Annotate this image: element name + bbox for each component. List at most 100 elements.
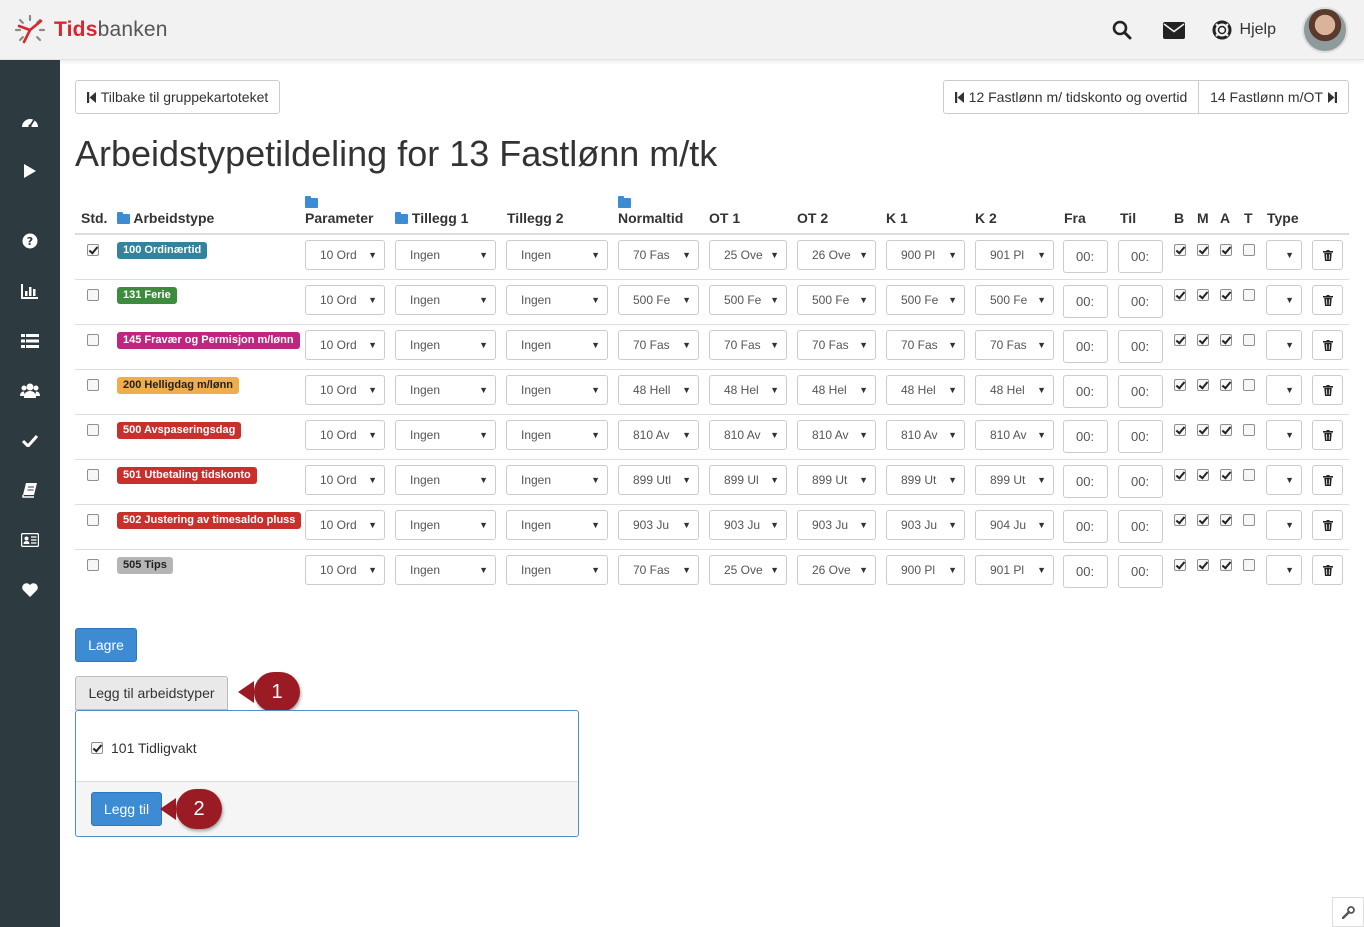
t-checkbox[interactable]: [1243, 379, 1255, 391]
delete-row-button[interactable]: [1312, 240, 1343, 270]
ot2-select[interactable]: 70 Fas ▼: [797, 330, 876, 360]
normaltid-select[interactable]: 48 Hell ▼: [618, 375, 699, 405]
b-checkbox[interactable]: [1174, 334, 1186, 346]
normaltid-select[interactable]: 810 Av ▼: [618, 420, 699, 450]
next-group-button[interactable]: 14 Fastlønn m/OT: [1198, 80, 1349, 114]
tillegg1-select[interactable]: Ingen ▼: [395, 555, 496, 585]
k1-select[interactable]: 899 Ut ▼: [886, 465, 965, 495]
t-checkbox[interactable]: [1243, 424, 1255, 436]
a-checkbox[interactable]: [1220, 424, 1232, 436]
k2-select[interactable]: 904 Ju ▼: [975, 510, 1054, 540]
ot2-select[interactable]: 899 Ut ▼: [797, 465, 876, 495]
tillegg2-select[interactable]: Ingen ▼: [506, 285, 608, 315]
t-checkbox[interactable]: [1243, 289, 1255, 301]
std-checkbox[interactable]: [87, 559, 99, 571]
til-input[interactable]: 00:: [1118, 375, 1163, 408]
b-checkbox[interactable]: [1174, 424, 1186, 436]
k2-select[interactable]: 901 Pl ▼: [975, 240, 1054, 270]
parameter-select[interactable]: 10 Ord ▼: [305, 420, 385, 450]
delete-row-button[interactable]: [1312, 420, 1343, 450]
k1-select[interactable]: 500 Fe ▼: [886, 285, 965, 315]
ot1-select[interactable]: 500 Fe ▼: [709, 285, 787, 315]
tidligvakt-checkbox[interactable]: [91, 742, 103, 754]
k2-select[interactable]: 901 Pl ▼: [975, 555, 1054, 585]
b-checkbox[interactable]: [1174, 559, 1186, 571]
a-checkbox[interactable]: [1220, 379, 1232, 391]
ot1-select[interactable]: 70 Fas ▼: [709, 330, 787, 360]
type-select[interactable]: ▼: [1266, 375, 1302, 405]
k1-select[interactable]: 810 Av ▼: [886, 420, 965, 450]
parameter-select[interactable]: 10 Ord ▼: [305, 285, 385, 315]
std-checkbox[interactable]: [87, 424, 99, 436]
fra-input[interactable]: 00:: [1063, 555, 1108, 588]
b-checkbox[interactable]: [1174, 289, 1186, 301]
question-icon[interactable]: ?: [18, 229, 42, 253]
delete-row-button[interactable]: [1312, 510, 1343, 540]
k1-select[interactable]: 903 Ju ▼: [886, 510, 965, 540]
tillegg1-select[interactable]: Ingen ▼: [395, 285, 496, 315]
parameter-select[interactable]: 10 Ord ▼: [305, 465, 385, 495]
k1-select[interactable]: 70 Fas ▼: [886, 330, 965, 360]
back-to-group-button[interactable]: Tilbake til gruppekartoteket: [75, 80, 280, 114]
save-button[interactable]: Lagre: [75, 628, 137, 662]
m-checkbox[interactable]: [1197, 424, 1209, 436]
add-work-types-button[interactable]: Legg til arbeidstyper: [75, 676, 228, 710]
std-checkbox[interactable]: [87, 244, 99, 256]
heart-icon[interactable]: [18, 578, 42, 602]
tillegg2-select[interactable]: Ingen ▼: [506, 465, 608, 495]
t-checkbox[interactable]: [1243, 514, 1255, 526]
ot1-select[interactable]: 25 Ove ▼: [709, 555, 787, 585]
m-checkbox[interactable]: [1197, 334, 1209, 346]
normaltid-select[interactable]: 70 Fas ▼: [618, 240, 699, 270]
ot1-select[interactable]: 903 Ju ▼: [709, 510, 787, 540]
ot2-select[interactable]: 903 Ju ▼: [797, 510, 876, 540]
search-icon[interactable]: [1109, 17, 1135, 43]
type-select[interactable]: ▼: [1266, 240, 1302, 270]
help-link[interactable]: Hjelp: [1212, 20, 1276, 40]
til-input[interactable]: 00:: [1118, 555, 1163, 588]
fra-input[interactable]: 00:: [1063, 240, 1108, 273]
normaltid-folder-icon[interactable]: [618, 194, 631, 210]
normaltid-select[interactable]: 899 Utl ▼: [618, 465, 699, 495]
b-checkbox[interactable]: [1174, 514, 1186, 526]
m-checkbox[interactable]: [1197, 514, 1209, 526]
tillegg2-select[interactable]: Ingen ▼: [506, 240, 608, 270]
k2-select[interactable]: 70 Fas ▼: [975, 330, 1054, 360]
wrench-icon[interactable]: [1332, 897, 1364, 927]
k2-select[interactable]: 810 Av ▼: [975, 420, 1054, 450]
delete-row-button[interactable]: [1312, 285, 1343, 315]
m-checkbox[interactable]: [1197, 469, 1209, 481]
std-checkbox[interactable]: [87, 514, 99, 526]
ot1-select[interactable]: 810 Av ▼: [709, 420, 787, 450]
til-input[interactable]: 00:: [1118, 420, 1163, 453]
til-input[interactable]: 00:: [1118, 465, 1163, 498]
parameter-select[interactable]: 10 Ord ▼: [305, 330, 385, 360]
id-card-icon[interactable]: [18, 528, 42, 552]
ot1-select[interactable]: 25 Ove ▼: [709, 240, 787, 270]
panel-item-tidligvakt[interactable]: 101 Tidligvakt: [91, 740, 197, 756]
type-select[interactable]: ▼: [1266, 555, 1302, 585]
normaltid-select[interactable]: 70 Fas ▼: [618, 330, 699, 360]
list-icon[interactable]: [18, 329, 42, 353]
ot2-select[interactable]: 810 Av ▼: [797, 420, 876, 450]
delete-row-button[interactable]: [1312, 465, 1343, 495]
a-checkbox[interactable]: [1220, 244, 1232, 256]
envelope-icon[interactable]: [1161, 17, 1187, 43]
type-select[interactable]: ▼: [1266, 285, 1302, 315]
b-checkbox[interactable]: [1174, 379, 1186, 391]
a-checkbox[interactable]: [1220, 514, 1232, 526]
logo[interactable]: Tidsbanken: [14, 14, 168, 46]
tillegg1-select[interactable]: Ingen ▼: [395, 420, 496, 450]
fra-input[interactable]: 00:: [1063, 330, 1108, 363]
fra-input[interactable]: 00:: [1063, 420, 1108, 453]
check-icon[interactable]: [18, 428, 42, 452]
users-icon[interactable]: [18, 378, 42, 402]
play-icon[interactable]: [18, 159, 42, 183]
parameter-select[interactable]: 10 Ord ▼: [305, 555, 385, 585]
parameter-select[interactable]: 10 Ord ▼: [305, 240, 385, 270]
normaltid-select[interactable]: 500 Fe ▼: [618, 285, 699, 315]
std-checkbox[interactable]: [87, 334, 99, 346]
type-select[interactable]: ▼: [1266, 330, 1302, 360]
m-checkbox[interactable]: [1197, 379, 1209, 391]
m-checkbox[interactable]: [1197, 559, 1209, 571]
